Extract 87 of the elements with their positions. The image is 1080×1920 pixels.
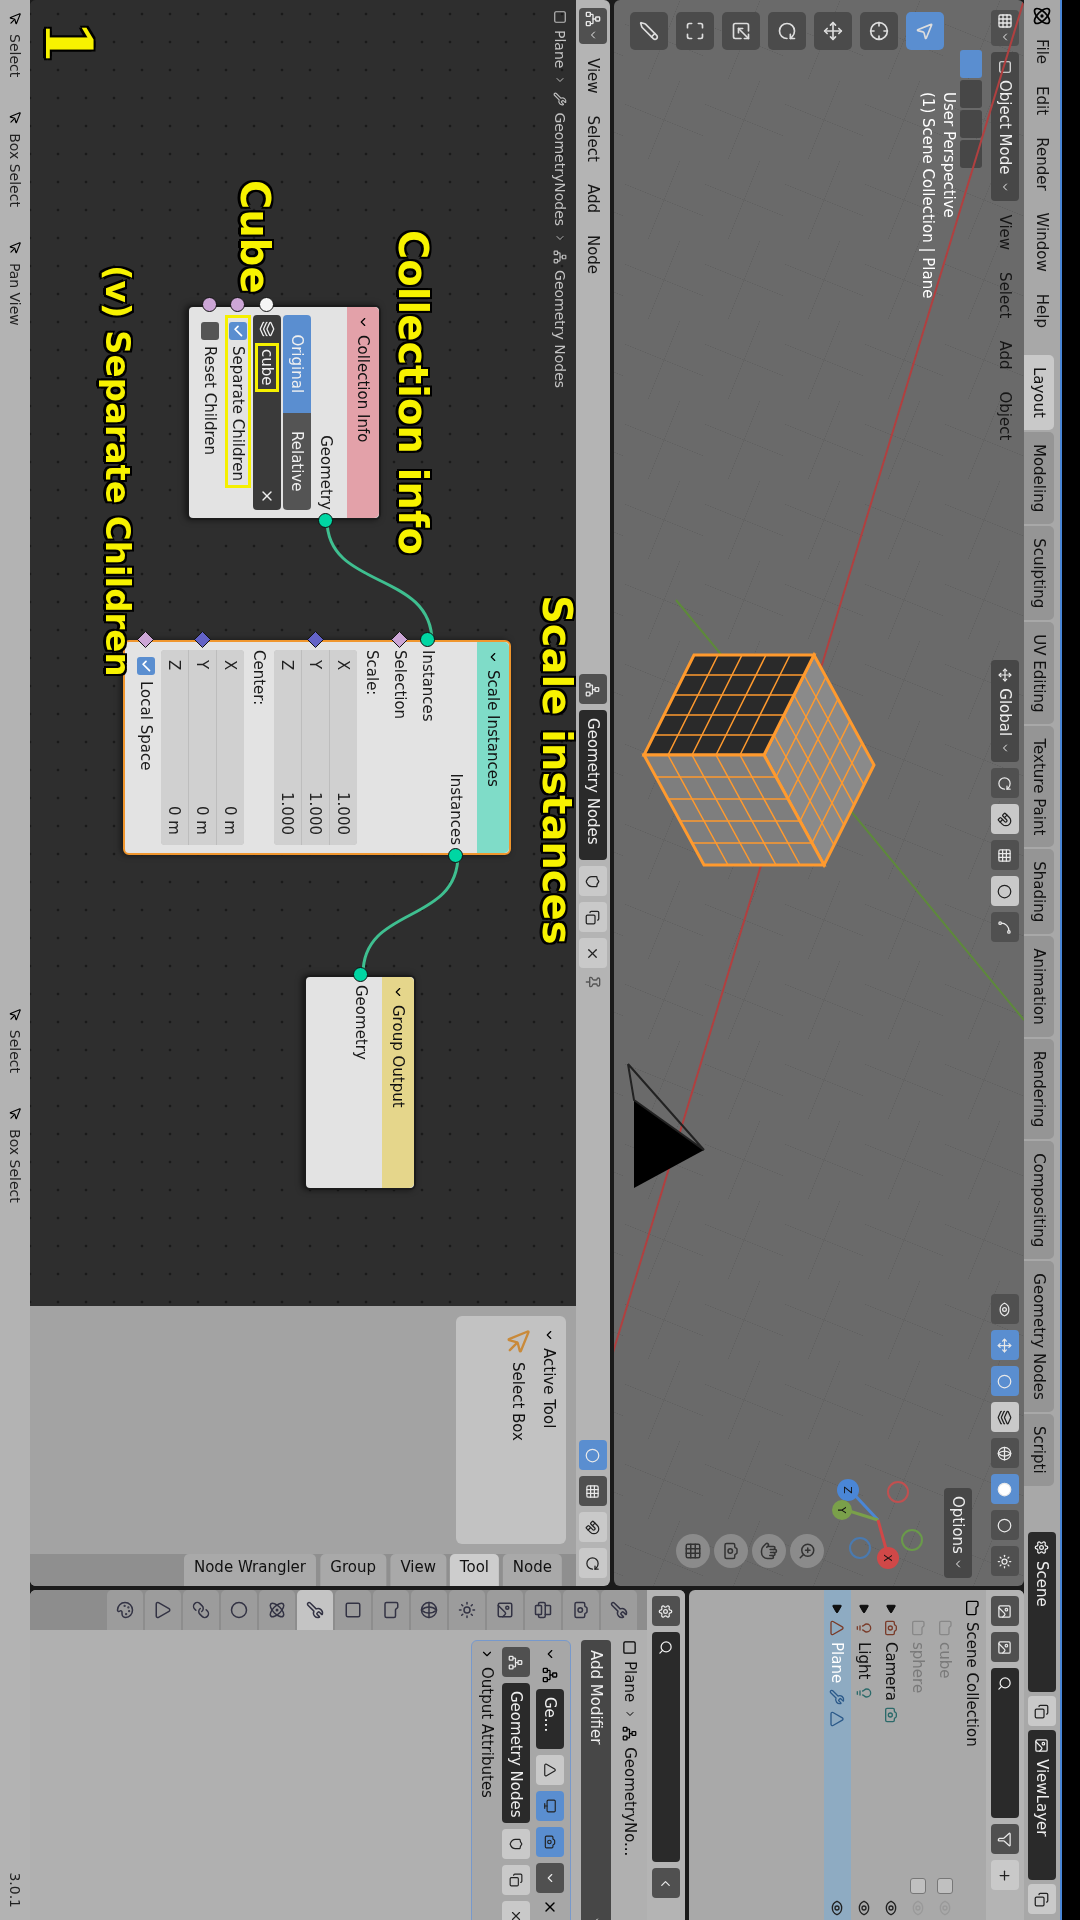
sidebar-tab[interactable]: Node: [502, 1554, 562, 1586]
number-field[interactable]: X 1.000: [330, 650, 357, 845]
node-group-field[interactable]: Geometry Nodes: [502, 1683, 530, 1823]
view-layer-field[interactable]: ViewLayer: [1028, 1730, 1056, 1880]
status-hint: Box Select: [7, 133, 23, 207]
number-field[interactable]: Y 0 m: [189, 650, 216, 845]
viewport-info-text: (1) Scene Collection | Plane: [919, 92, 937, 299]
node-header[interactable]: Scale Instances: [477, 642, 509, 853]
viewport-info-text: User Perspective: [940, 92, 958, 220]
node-tree-field[interactable]: Geometry Nodes: [579, 710, 607, 861]
workspace-tab[interactable]: Rendering: [1024, 1038, 1054, 1140]
menu-item[interactable]: Render: [1033, 128, 1051, 200]
annotation-text: 1: [31, 20, 106, 65]
mode-toggle[interactable]: Relative: [283, 412, 311, 510]
status-hint: Pan View: [7, 262, 23, 326]
breadcrumb: Geometry Nodes: [552, 270, 568, 389]
subpanel-title: Output Attributes: [478, 1667, 496, 1798]
outliner-item: Plane: [828, 1642, 847, 1684]
workspace-tab[interactable]: Geometry Nodes: [1024, 1261, 1054, 1412]
version-text: 3.0.1: [7, 1872, 23, 1908]
panel-title: Active Tool: [540, 1348, 558, 1429]
sidebar-tab[interactable]: Tool: [449, 1554, 499, 1586]
workspace-tab[interactable]: Shading: [1024, 849, 1054, 935]
menu-item[interactable]: Add: [584, 175, 602, 221]
node-header[interactable]: Collection Info: [347, 307, 379, 518]
node-title: Scale Instances: [484, 670, 502, 787]
checkbox-label: Separate Children: [229, 346, 247, 482]
workspace-tab[interactable]: UV Editing: [1024, 622, 1054, 725]
field-value: cube: [255, 343, 279, 392]
node-title: Collection Info: [354, 335, 372, 443]
menu-item[interactable]: Select: [584, 107, 602, 170]
number-field[interactable]: Y 1.000: [302, 650, 329, 845]
outliner-item: Camera: [882, 1642, 901, 1701]
menu-item[interactable]: File: [1033, 30, 1051, 74]
socket-label: Geometry: [352, 985, 370, 1060]
workspace-tab[interactable]: Scripti: [1024, 1413, 1054, 1486]
socket-label: Selection: [391, 650, 409, 720]
section-label: Center:: [250, 650, 268, 706]
options-dropdown[interactable]: Options: [944, 1488, 972, 1578]
breadcrumb: Plane: [621, 1661, 639, 1703]
sidebar-tab[interactable]: Group: [320, 1554, 387, 1586]
status-hint: Select: [7, 34, 23, 78]
breadcrumb: Plane: [552, 30, 568, 69]
outliner-row[interactable]: Light: [851, 1590, 878, 1920]
workspace-tab[interactable]: Texture Paint: [1024, 726, 1054, 848]
node-header[interactable]: Group Output: [382, 977, 414, 1188]
sidebar-tab[interactable]: View: [390, 1554, 446, 1586]
outliner-item: Scene Collection: [963, 1622, 982, 1747]
menu-item[interactable]: Window: [1033, 203, 1051, 281]
section-label: Scale:: [363, 650, 381, 696]
menu-item[interactable]: Edit: [1033, 77, 1051, 125]
workspace-tab[interactable]: Modeling: [1024, 431, 1054, 525]
workspace-tab[interactable]: Compositing: [1024, 1141, 1054, 1260]
node-title: Group Output: [389, 1005, 407, 1108]
navigation-gizmo[interactable]: X Y Z: [828, 1470, 928, 1570]
breadcrumb: GeometryNo...: [621, 1747, 639, 1857]
collection-field[interactable]: cube: [253, 315, 281, 510]
menu-item[interactable]: Help: [1033, 284, 1051, 337]
scene-field[interactable]: Scene: [1028, 1532, 1056, 1692]
checkbox-label: Local Space: [137, 681, 155, 771]
number-field[interactable]: Z 1.000: [274, 650, 301, 845]
annotation-text: Scale instances: [534, 595, 580, 945]
mode-dropdown[interactable]: Object Mode: [991, 52, 1019, 201]
menu-item[interactable]: Node: [584, 226, 602, 283]
breadcrumb: GeometryNodes: [552, 112, 568, 227]
sidebar-tab[interactable]: Node Wrangler: [184, 1554, 317, 1586]
tool-name: Select Box: [509, 1362, 527, 1441]
modifier-name-field[interactable]: Ge...: [536, 1689, 564, 1749]
number-field[interactable]: Z 0 m: [161, 650, 188, 845]
workspace-tab[interactable]: Layout: [1024, 354, 1054, 430]
annotation-text: Cube: [232, 180, 278, 294]
status-hint: Select: [7, 1029, 23, 1074]
outliner-row[interactable]: Camera: [878, 1590, 905, 1920]
workspace-tab[interactable]: Animation: [1024, 936, 1054, 1037]
annotation-text: (v) Separate Children: [98, 265, 138, 677]
socket-label: Instances: [419, 650, 437, 722]
socket-label: Instances: [447, 773, 465, 845]
checkbox-label: Reset Children: [201, 346, 219, 456]
orientation-dropdown[interactable]: Global: [991, 660, 1019, 763]
workspace-tab[interactable]: Sculpting: [1024, 526, 1054, 621]
status-hint: Box Select: [7, 1129, 23, 1203]
add-modifier-dropdown[interactable]: Add Modifier: [581, 1640, 611, 1920]
outliner-item: Light: [855, 1642, 874, 1680]
number-field[interactable]: X 0 m: [217, 650, 244, 845]
menu-item[interactable]: View: [584, 50, 602, 102]
socket-label: Geometry: [317, 435, 335, 510]
annotation-text: Collection info: [390, 230, 436, 555]
